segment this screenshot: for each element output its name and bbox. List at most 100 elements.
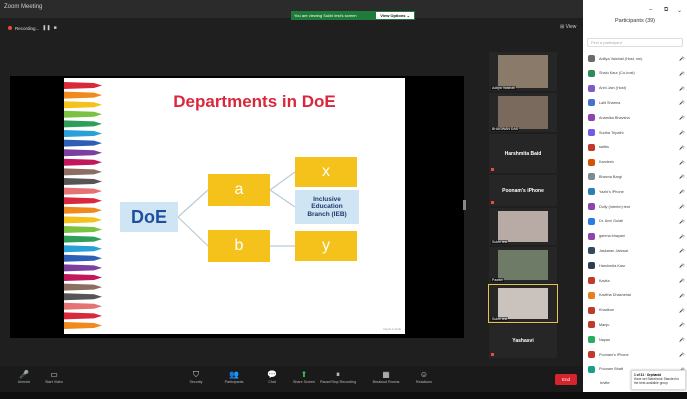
ieb-line-1: Inclusive	[313, 195, 341, 203]
active-speaker-tile[interactable]: Sukhi test	[488, 284, 558, 323]
avatar	[588, 365, 595, 373]
participants-panel: – ⧉ ⌄ Participants (39) Find a participa…	[583, 0, 687, 399]
participant-row[interactable]: garima bhayani 🎤̸	[583, 230, 687, 243]
avatar	[588, 232, 595, 240]
toolbar-label: Breakout Rooms	[372, 380, 400, 384]
name-tile[interactable]: Poonam's iPhone	[489, 175, 557, 206]
participant-name: Sudha Tripathi	[599, 130, 624, 135]
participant-row[interactable]: Shalu Kaur (Co-host) 🎤̸	[583, 67, 687, 80]
participant-row[interactable]: Anamika Bhavsha 🎤̸	[583, 111, 687, 124]
muted-mic-icon: 🎤̸	[679, 56, 684, 61]
participant-row[interactable]: saltbs 🎤̸	[583, 141, 687, 154]
breakout-rooms-button[interactable]: ▦ Breakout Rooms	[366, 369, 406, 384]
participant-name: Anhi Jain (Host)	[599, 86, 627, 91]
tile-name: Pawan	[491, 278, 504, 282]
view-button[interactable]: ⊞ View	[560, 24, 576, 30]
video-tile[interactable]: BHAGWAN DAS	[489, 93, 557, 132]
view-options-banner: You are viewing Sukhi test's screen View…	[291, 11, 415, 20]
close-panel-icon[interactable]: ⌄	[677, 7, 682, 14]
avatar	[588, 188, 595, 196]
participant-name: Manju	[599, 322, 610, 327]
participant-row[interactable]: Poonam's iPhone 🎤̸	[583, 348, 687, 361]
node-a: a	[208, 174, 270, 206]
banner-text: You are viewing Sukhi test's screen	[294, 13, 357, 18]
participant-name: garima bhayani	[599, 234, 625, 239]
participant-row[interactable]: Kavitha Dhashehal 🎤̸	[583, 289, 687, 302]
participant-name: Khadkoe	[599, 308, 614, 313]
muted-mic-icon: 🎤̸	[679, 248, 684, 254]
stop-recording-icon[interactable]: ■	[54, 25, 57, 31]
end-meeting-button[interactable]: End	[555, 374, 577, 385]
participant-row[interactable]: Kavita 🎤̸	[583, 274, 687, 287]
participant-row[interactable]: Dr. Avni Gulati 🎤̸	[583, 215, 687, 228]
participant-name: Kavita	[599, 278, 610, 283]
muted-mic-icon: 🎤̸	[679, 337, 684, 343]
participants-header: Participants (39)	[614, 18, 656, 24]
participant-row[interactable]: Jaskaran Jaiswal 🎤̸	[583, 244, 687, 257]
avatar	[588, 217, 595, 225]
reactions-icon: ☺	[419, 370, 429, 379]
participant-row[interactable]: Sudha Tripathi 🎤̸	[583, 126, 687, 139]
participant-row[interactable]: Dolly (Interim) test 🎤̸	[583, 200, 687, 213]
avatar	[588, 262, 595, 270]
avatar	[588, 129, 595, 136]
avatar	[588, 84, 595, 92]
video-tile[interactable]: Aditya Vaishali	[489, 52, 557, 91]
breakout-icon: ▦	[382, 370, 390, 379]
avatar	[588, 291, 595, 299]
doe-node: DoE	[120, 202, 178, 232]
invite-button[interactable]: Invite	[600, 380, 610, 385]
pause-stop-recording-button[interactable]: ⏸ Pause/Stop Recording	[318, 369, 358, 384]
collapse-handle[interactable]	[463, 200, 466, 210]
security-button[interactable]: ⛉ Security	[176, 369, 216, 384]
participant-row[interactable]: Nayan 🎤̸	[583, 333, 687, 346]
participant-row[interactable]: Aditya Vaishali (Host, me) 🎤̸	[583, 52, 687, 65]
muted-mic-icon: 🎤̸	[679, 352, 684, 357]
participant-name: Kamlesh	[599, 160, 614, 165]
notification-toast[interactable]: 1 of 31 · Orphanid Have set Stakeholdr S…	[631, 370, 686, 390]
popout-icon[interactable]: ⧉	[664, 7, 668, 14]
participant-name: Jaskaran Jaiswal	[599, 248, 628, 253]
start-video-button[interactable]: ▭ Start Video	[34, 369, 74, 384]
minimize-icon[interactable]: –	[649, 7, 652, 13]
participant-row[interactable]: Anhi Jain (Host) 🎤̸	[583, 82, 687, 95]
avatar	[588, 247, 595, 255]
participant-name: Poonam's iPhone	[599, 352, 629, 357]
participant-row[interactable]: Yazhi's iPhone 🎤̸	[583, 185, 687, 198]
muted-mic-icon: 🎤̸	[679, 292, 684, 298]
toolbar-label: Pause/Stop Recording	[320, 380, 356, 384]
participant-row[interactable]: Harshmita Kaur 🎤̸	[583, 259, 687, 272]
name-tile[interactable]: Yashasvi	[489, 324, 557, 358]
video-tile[interactable]: Pawan	[489, 247, 557, 283]
participants-button[interactable]: 👥 Participants	[214, 369, 254, 384]
participant-name: Aditya Vaishali (Host, me)	[599, 56, 643, 61]
name-tile[interactable]: Harshmita Baid	[489, 134, 557, 173]
avatar	[588, 99, 595, 107]
participant-row[interactable]: Bhavna Bargi 🎤̸	[583, 170, 687, 183]
reactions-button[interactable]: ☺ Reactions	[404, 369, 444, 384]
avatar	[588, 277, 595, 284]
participant-video	[498, 96, 548, 129]
participant-name: Anamika Bhavsha	[599, 115, 630, 120]
node-b: b	[208, 230, 270, 262]
participant-name: Harshmita Kaur	[599, 263, 626, 268]
muted-mic-icon	[491, 353, 494, 356]
ieb-line-2: Education	[311, 203, 343, 211]
view-label: View	[565, 24, 577, 30]
pause-recording-icon[interactable]: ❚❚	[42, 25, 50, 31]
participant-row[interactable]: Kamlesh 🎤̸	[583, 156, 687, 169]
muted-mic-icon: 🎤̸	[679, 70, 684, 76]
participant-search-input[interactable]: Find a participant	[587, 38, 683, 47]
participant-name: Dr. Avni Gulati	[599, 219, 623, 224]
avatar	[588, 321, 595, 329]
recording-dot-icon	[8, 26, 12, 30]
video-tile[interactable]: Sukhi test	[489, 208, 557, 245]
view-options-button[interactable]: View Options ⌄	[376, 12, 414, 19]
ieb-line-3: Branch (IEB)	[307, 210, 347, 218]
participant-row[interactable]: Lalit Sharma 🎤̸	[583, 96, 687, 109]
participant-video	[498, 250, 548, 280]
participant-video	[498, 288, 548, 319]
participant-row[interactable]: Manju 🎤̸	[583, 318, 687, 331]
avatar	[588, 203, 595, 210]
participant-row[interactable]: Khadkoe 🎤̸	[583, 304, 687, 317]
